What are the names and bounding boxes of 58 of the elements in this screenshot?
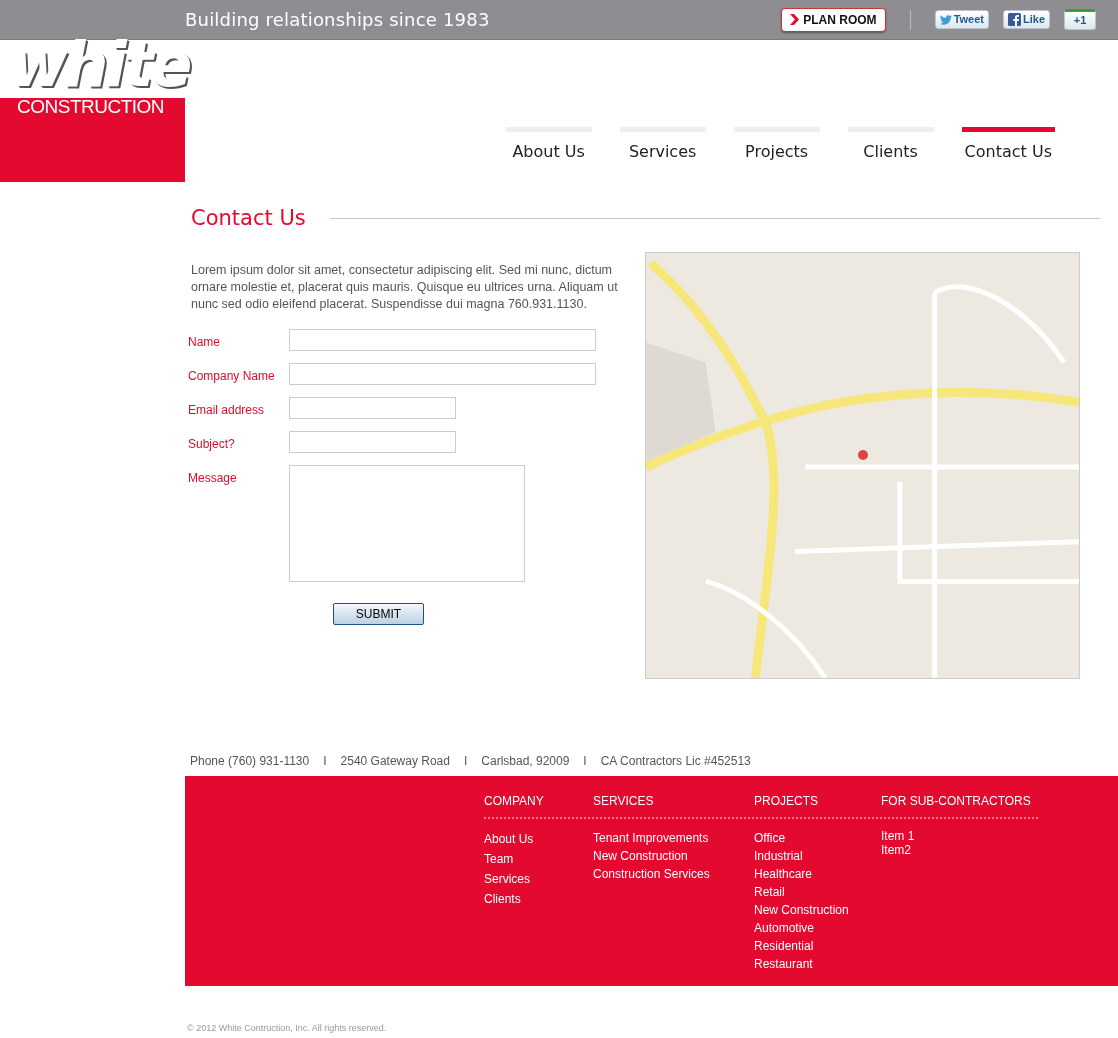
intro-paragraph: Lorem ipsum dolor sit amet, consectetur adipiscing elit. Sed mi nunc, dictum ornare molestie et, placerat quis mauris. Quisque eu ultrices urna. Aliquam ut nunc sed odio eleifend placerat. Suspendisse dui magna 760.931.1130. (191, 262, 619, 314)
submit-button[interactable]: SUBMIT (333, 603, 424, 626)
separator-mark: I (582, 753, 588, 771)
page-title: Contact Us (191, 206, 306, 232)
footer-link[interactable]: Team (484, 849, 593, 870)
nav-tab[interactable]: Projects (733, 127, 820, 164)
input-field[interactable] (289, 363, 596, 386)
separator-mark: I (462, 753, 469, 771)
footer-link[interactable]: Residential (754, 937, 881, 956)
logo-subtitle: CONSTRUCTION (17, 97, 165, 116)
copyright: © 2012 White Contruction, Inc. All rights reserved. (187, 1022, 388, 1036)
tagline: Building relationships since 1983 (185, 8, 490, 32)
field-label: Company Name (188, 368, 276, 386)
footer-link[interactable]: New Construction (593, 847, 754, 866)
f-logo-icon (1008, 13, 1021, 26)
separator-mark: I (322, 753, 328, 771)
footer-link[interactable]: Automotive (754, 919, 881, 938)
footer-link[interactable]: Restaurant (754, 955, 881, 974)
nav-tab[interactable]: About Us (505, 127, 592, 164)
nav-tab[interactable]: Contact Us (961, 127, 1055, 164)
nav-tab[interactable]: Services (619, 127, 706, 164)
footer-heading: FOR SUB-CONTRACTORS (881, 793, 1031, 811)
contact-info: 2540 Gateway Road (340, 753, 450, 771)
footer-heading: SERVICES (593, 793, 655, 811)
map-placeholder[interactable] (645, 252, 1080, 680)
footer-link[interactable]: Office (754, 829, 881, 848)
contact-info: Phone (760) 931-1130 (190, 753, 310, 771)
footer-link[interactable]: Clients (484, 889, 593, 910)
footer-link[interactable]: Item 1 (881, 829, 1031, 844)
input-field[interactable] (289, 329, 596, 352)
footer-link[interactable]: Industrial (754, 847, 881, 866)
footer-link[interactable]: Healthcare (754, 865, 881, 884)
footer-link[interactable]: Construction Services (593, 865, 754, 884)
footer-link[interactable]: New Construction (754, 901, 881, 920)
contact-info: CA Contractors Lic #452513 (600, 753, 751, 771)
social-button[interactable]: +1 (1064, 9, 1096, 30)
social-button[interactable]: Like (1003, 10, 1050, 29)
footer-link[interactable]: Item2 (881, 843, 1031, 858)
contact-info: Carlsbad, 92009 (481, 753, 570, 771)
footer-heading: COMPANY (484, 793, 545, 811)
field-label: Name (188, 334, 221, 352)
field-label: Subject? (188, 436, 236, 454)
input-field[interactable] (289, 431, 456, 454)
nav-tab[interactable]: Clients (847, 127, 934, 164)
bird-icon (939, 14, 952, 25)
footer-link[interactable]: Tenant Improvements (593, 829, 754, 848)
footer-link[interactable]: About Us (484, 829, 593, 850)
logo-word: white (10, 34, 190, 96)
plan-room-button[interactable]: PLAN ROOM (781, 7, 886, 32)
footer-link[interactable]: Retail (754, 883, 881, 902)
social-button[interactable]: Tweet (934, 10, 989, 29)
field-label: Email address (188, 402, 266, 420)
message-field[interactable] (289, 465, 525, 583)
chevron-icon (790, 14, 800, 25)
footer-heading: PROJECTS (754, 793, 819, 811)
field-label: Message (188, 470, 238, 488)
footer-link[interactable]: Services (484, 869, 593, 890)
input-field[interactable] (289, 397, 456, 420)
